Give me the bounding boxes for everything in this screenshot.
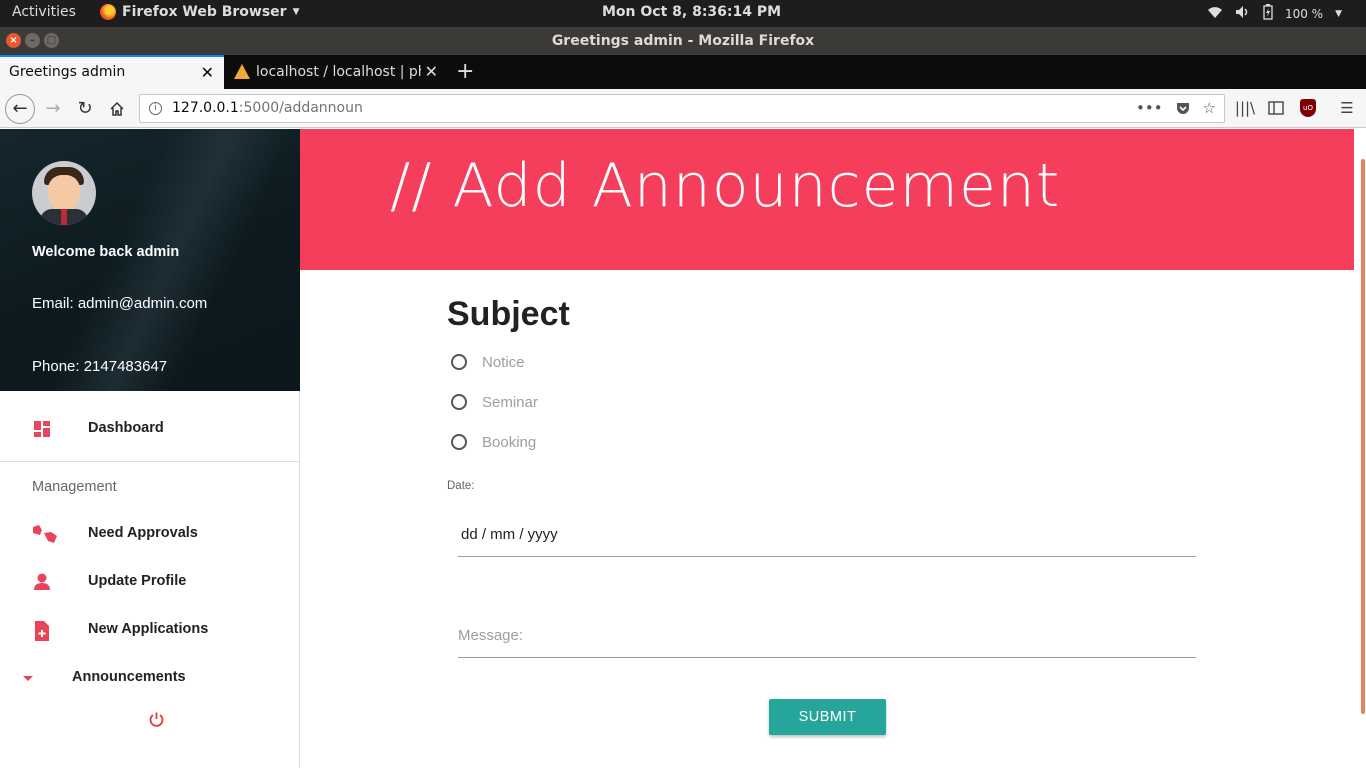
sidebar-item-label: Announcements bbox=[72, 669, 186, 685]
radio-button[interactable] bbox=[451, 434, 467, 450]
window-maximize-button[interactable]: □ bbox=[44, 33, 59, 48]
window-title: Greetings admin - Mozilla Firefox bbox=[551, 33, 815, 49]
hamburger-menu-icon[interactable]: ☰ bbox=[1334, 94, 1360, 122]
new-tab-button[interactable]: + bbox=[456, 55, 474, 89]
tab-phpmyadmin[interactable]: localhost / localhost | ph ✕ bbox=[226, 55, 448, 89]
subject-heading: Subject bbox=[447, 295, 570, 333]
battery-icon bbox=[1263, 4, 1273, 23]
caret-down-icon bbox=[23, 676, 33, 681]
section-header-management: Management bbox=[32, 479, 117, 495]
library-icon[interactable]: |||\ bbox=[1232, 94, 1258, 122]
avatar[interactable] bbox=[32, 161, 96, 225]
page-title: // Add Announcement bbox=[390, 151, 1061, 221]
profile-panel: Welcome back admin Email: admin@admin.co… bbox=[0, 129, 300, 391]
app-menu[interactable]: Firefox Web Browser ▼ bbox=[100, 4, 300, 20]
tab-close-icon[interactable]: ✕ bbox=[201, 57, 214, 88]
sidebar-item-need-approvals[interactable]: Need Approvals bbox=[0, 510, 300, 558]
volume-icon bbox=[1235, 5, 1251, 22]
thumbs-up-down-icon bbox=[32, 524, 57, 544]
radio-label: Notice bbox=[482, 353, 525, 371]
window-minimize-button[interactable]: – bbox=[25, 33, 40, 48]
navigation-bar: ← → ↻ i 127.0.0.1:5000/addannoun ••• ☆ |… bbox=[0, 89, 1366, 128]
power-icon[interactable] bbox=[148, 711, 165, 728]
tab-greetings-admin[interactable]: Greetings admin ✕ bbox=[0, 55, 224, 89]
radio-notice[interactable]: Notice bbox=[451, 352, 525, 372]
date-label: Date: bbox=[447, 480, 475, 492]
wifi-icon bbox=[1207, 5, 1223, 22]
menu-divider bbox=[0, 461, 300, 462]
activities-button[interactable]: Activities bbox=[12, 4, 76, 20]
person-icon bbox=[32, 572, 54, 592]
profile-phone: Phone: 2147483647 bbox=[32, 358, 168, 375]
url-bar[interactable]: i 127.0.0.1:5000/addannoun ••• ☆ bbox=[139, 94, 1225, 123]
system-clock[interactable]: Mon Oct 8, 8:36:14 PM bbox=[602, 4, 781, 20]
system-top-bar: Activities Firefox Web Browser ▼ Mon Oct… bbox=[0, 0, 1366, 27]
sidebar-item-announcements[interactable]: Announcements bbox=[0, 654, 300, 702]
note-add-icon bbox=[32, 620, 54, 641]
system-menu-caret-icon: ▼ bbox=[1335, 8, 1342, 19]
profile-email: Email: admin@admin.com bbox=[32, 295, 208, 312]
sidebar-item-label: Dashboard bbox=[88, 420, 164, 436]
home-button[interactable] bbox=[102, 94, 132, 124]
window-close-button[interactable]: × bbox=[6, 33, 21, 48]
dashboard-icon bbox=[32, 419, 54, 439]
phpmyadmin-favicon-icon bbox=[234, 64, 250, 79]
scrollbar-thumb[interactable] bbox=[1361, 159, 1365, 714]
pocket-icon[interactable] bbox=[1175, 95, 1191, 126]
radio-booking[interactable]: Booking bbox=[451, 432, 536, 452]
message-input[interactable]: Message: bbox=[458, 617, 1196, 658]
radio-seminar[interactable]: Seminar bbox=[451, 392, 538, 412]
ublock-origin-icon[interactable]: uO bbox=[1300, 99, 1316, 117]
bookmark-star-icon[interactable]: ☆ bbox=[1203, 95, 1216, 126]
date-input[interactable]: dd / mm / yyyy bbox=[458, 517, 1196, 557]
sidebar-toggle-icon[interactable] bbox=[1263, 94, 1289, 122]
page-actions-icon[interactable]: ••• bbox=[1136, 95, 1163, 126]
page-banner: // Add Announcement bbox=[300, 129, 1354, 270]
radio-button[interactable] bbox=[451, 354, 467, 370]
back-button[interactable]: ← bbox=[5, 94, 35, 124]
sidebar-item-label: Need Approvals bbox=[88, 525, 198, 541]
sidebar: Welcome back admin Email: admin@admin.co… bbox=[0, 129, 300, 768]
welcome-text: Welcome back admin bbox=[32, 244, 180, 260]
app-menu-label: Firefox Web Browser bbox=[122, 4, 287, 20]
tab-label: Greetings admin bbox=[9, 64, 126, 80]
radio-label: Booking bbox=[482, 433, 537, 451]
system-tray[interactable]: 100 % ▼ bbox=[1207, 4, 1342, 23]
tab-label: localhost / localhost | ph bbox=[256, 64, 427, 80]
firefox-icon bbox=[100, 4, 116, 20]
sidebar-item-update-profile[interactable]: Update Profile bbox=[0, 558, 300, 606]
battery-percent: 100 % bbox=[1284, 6, 1324, 21]
tab-strip: Greetings admin ✕ localhost / localhost … bbox=[0, 55, 1366, 89]
site-info-icon[interactable]: i bbox=[149, 102, 162, 115]
url-path: :5000/addannoun bbox=[238, 100, 363, 116]
sidebar-item-label: Update Profile bbox=[88, 573, 187, 589]
tab-close-icon[interactable]: ✕ bbox=[420, 55, 438, 89]
chevron-down-icon: ▼ bbox=[292, 7, 300, 17]
main-content: // Add Announcement Subject Notice Semin… bbox=[300, 129, 1354, 768]
window-title-bar: × – □ Greetings admin - Mozilla Firefox bbox=[0, 27, 1366, 55]
forward-button[interactable]: → bbox=[38, 94, 68, 124]
radio-button[interactable] bbox=[451, 394, 467, 410]
page-scrollbar[interactable] bbox=[1354, 129, 1366, 768]
radio-label: Seminar bbox=[482, 393, 538, 411]
sidebar-item-new-applications[interactable]: New Applications bbox=[0, 606, 300, 654]
reload-button[interactable]: ↻ bbox=[70, 94, 100, 124]
sidebar-item-label: New Applications bbox=[88, 621, 209, 637]
sidebar-item-dashboard[interactable]: Dashboard bbox=[0, 405, 300, 453]
url-host: 127.0.0.1 bbox=[172, 100, 239, 116]
submit-button[interactable]: SUBMIT bbox=[769, 699, 886, 735]
